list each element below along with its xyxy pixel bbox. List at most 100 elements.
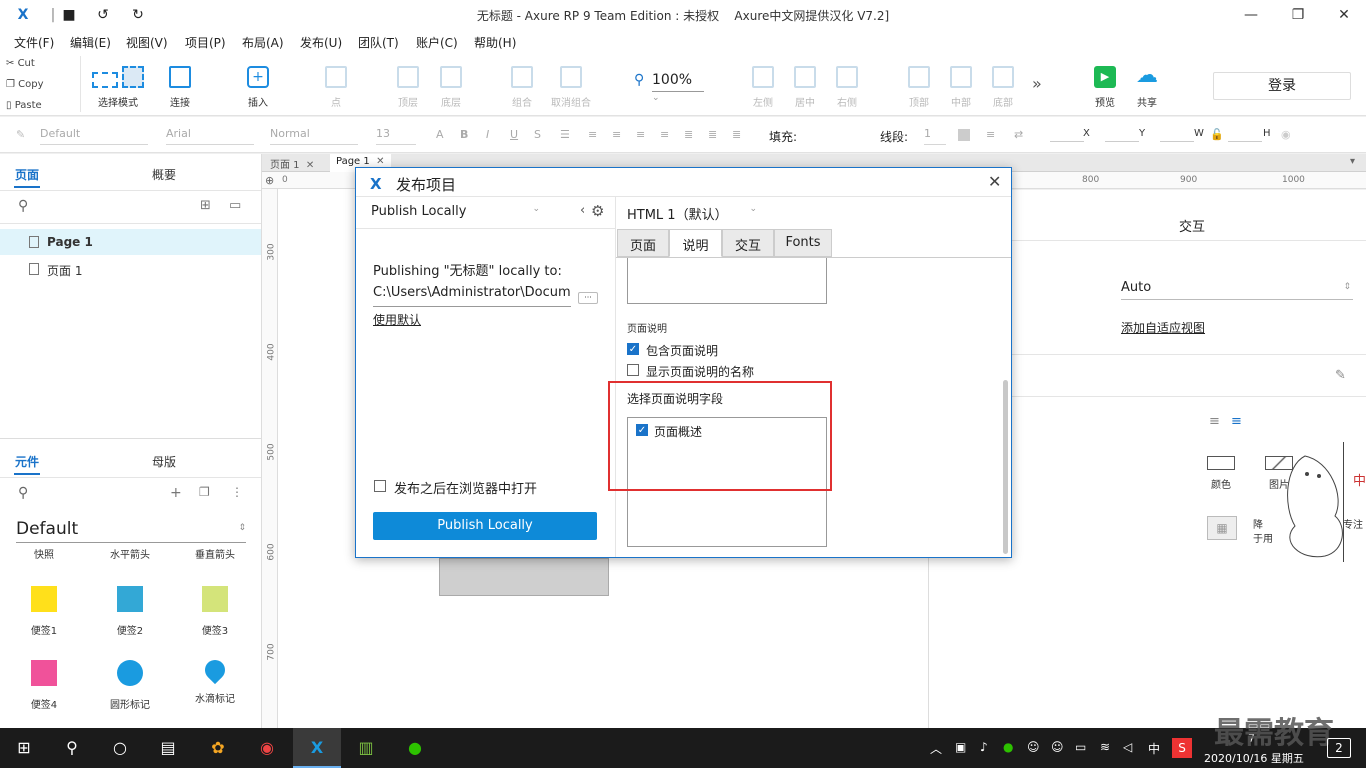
- align-bottom-button[interactable]: 底部: [986, 66, 1020, 109]
- menu-publish[interactable]: 发布(U): [300, 34, 342, 51]
- point-button[interactable]: 点: [318, 66, 354, 109]
- ungroup-button[interactable]: 取消组合: [546, 66, 596, 109]
- widget-sticky-3[interactable]: 便签3: [180, 586, 250, 637]
- line-pattern-icon[interactable]: ≡: [986, 128, 995, 141]
- library-stack-icon[interactable]: ❐: [199, 485, 210, 499]
- tray-app-icon[interactable]: ▣: [955, 740, 966, 754]
- align-left-button[interactable]: 左侧: [746, 66, 780, 109]
- chrome-icon[interactable]: ◉: [255, 736, 279, 760]
- page-item-page-1[interactable]: Page 1: [0, 229, 261, 255]
- dialog-scrollbar[interactable]: [1003, 380, 1008, 554]
- add-library-icon[interactable]: +: [170, 485, 182, 501]
- open-after-publish-checkbox[interactable]: [374, 480, 386, 492]
- y-input[interactable]: [1105, 141, 1139, 142]
- tabs-dropdown-icon[interactable]: ▾: [1350, 156, 1355, 167]
- menu-help[interactable]: 帮助(H): [474, 34, 516, 51]
- widget-search-icon[interactable]: ⚲: [18, 485, 28, 501]
- browse-button[interactable]: ···: [578, 292, 598, 304]
- w-input[interactable]: [1160, 141, 1194, 142]
- tab-pages[interactable]: 页面: [15, 166, 39, 183]
- dialog-tab-notes[interactable]: 说明: [669, 229, 722, 257]
- login-button[interactable]: 登录: [1213, 72, 1351, 100]
- weight-select[interactable]: Normal: [270, 125, 358, 145]
- connect-button[interactable]: 连接: [160, 66, 200, 109]
- italic-icon[interactable]: I: [486, 128, 489, 141]
- widget-sticky-4[interactable]: 便签4: [9, 660, 79, 711]
- tray-bell-icon[interactable]: ♪: [980, 740, 988, 754]
- copy-button[interactable]: ❐ Copy: [6, 79, 44, 90]
- task-view-icon[interactable]: ▤: [156, 736, 180, 760]
- menu-project[interactable]: 项目(P): [185, 34, 226, 51]
- more-options-icon[interactable]: ⋮: [231, 485, 243, 499]
- dialog-close-icon[interactable]: ✕: [988, 172, 1001, 191]
- html-config-select[interactable]: HTML 1（默认） ⌄: [627, 204, 757, 224]
- list-icon[interactable]: ☰: [560, 128, 570, 141]
- paste-button[interactable]: ▯ Paste: [6, 100, 42, 111]
- adaptive-view-select[interactable]: Auto ⇕: [1121, 280, 1353, 300]
- widget-circle-marker[interactable]: 圆形标记: [95, 660, 165, 711]
- photos-app-icon[interactable]: ✿: [206, 736, 230, 760]
- close-button[interactable]: ✕: [1329, 4, 1359, 26]
- insert-button[interactable]: + 插入: [238, 66, 278, 109]
- maximize-button[interactable]: ❐: [1283, 4, 1313, 26]
- menu-view[interactable]: 视图(V): [126, 34, 168, 51]
- top-layer-button[interactable]: 顶层: [390, 66, 426, 109]
- menu-team[interactable]: 团队(T): [358, 34, 399, 51]
- tab-widgets[interactable]: 元件: [15, 453, 39, 470]
- settings-gear-icon[interactable]: ⚙: [591, 202, 604, 220]
- lock-icon[interactable]: 🔓: [1210, 128, 1224, 141]
- search-icon[interactable]: ⚲: [60, 736, 84, 760]
- library-select[interactable]: Default ⇕: [16, 519, 246, 543]
- wechat-icon[interactable]: ●: [403, 736, 427, 760]
- bamboo-app-icon[interactable]: ▥: [354, 736, 378, 760]
- align-center-text-icon[interactable]: ≡: [1231, 414, 1242, 429]
- search-icon[interactable]: ⚲: [18, 198, 28, 214]
- collapse-chevron-icon[interactable]: ‹: [580, 203, 585, 218]
- widget-drop-marker[interactable]: 水滴标记: [180, 655, 250, 705]
- bottom-layer-button[interactable]: 底层: [433, 66, 469, 109]
- align-top-button[interactable]: 顶部: [902, 66, 936, 109]
- strikethrough-icon[interactable]: S: [534, 128, 541, 141]
- tray-qq-icon[interactable]: ☺: [1027, 740, 1040, 754]
- line-width-input[interactable]: 1: [924, 125, 946, 145]
- text-align-center-icon[interactable]: ≡: [612, 128, 621, 141]
- tray-chevron-icon[interactable]: ︿: [930, 740, 942, 757]
- dialog-tab-fonts[interactable]: Fonts: [774, 229, 832, 257]
- cortana-icon[interactable]: ○: [108, 736, 132, 760]
- axure-task-button[interactable]: X: [293, 728, 341, 768]
- align-right-button[interactable]: 右侧: [830, 66, 864, 109]
- font-size-select[interactable]: 13: [376, 125, 416, 145]
- text-align-right-icon[interactable]: ≡: [636, 128, 645, 141]
- tab-masters[interactable]: 母版: [152, 453, 176, 470]
- notification-center-icon[interactable]: 2: [1327, 738, 1351, 758]
- menu-account[interactable]: 账户(C): [416, 34, 458, 51]
- publish-locally-button[interactable]: Publish Locally: [373, 512, 597, 540]
- x-input[interactable]: [1050, 141, 1084, 142]
- align-middle-button[interactable]: 中部: [944, 66, 978, 109]
- bold-icon[interactable]: B: [460, 128, 468, 141]
- tab-outline[interactable]: 概要: [152, 166, 176, 183]
- visibility-icon[interactable]: ◉: [1281, 128, 1291, 141]
- widget-sticky-1[interactable]: 便签1: [9, 586, 79, 637]
- menu-file[interactable]: 文件(F): [14, 34, 54, 51]
- menu-edit[interactable]: 编辑(E): [70, 34, 111, 51]
- tray-battery-icon[interactable]: ▭: [1075, 740, 1086, 754]
- publish-path-input[interactable]: C:\Users\Administrator\Docume: [373, 285, 571, 307]
- valign-top-icon[interactable]: ≣: [684, 128, 693, 141]
- sogou-ime-icon[interactable]: S: [1172, 738, 1192, 758]
- canvas-tab-page-1-cn[interactable]: 页面 1 ✕: [270, 156, 314, 171]
- font-select[interactable]: Arial: [166, 125, 254, 145]
- underline-icon[interactable]: U: [510, 128, 518, 141]
- add-adaptive-view-link[interactable]: 添加自适应视图: [1121, 319, 1205, 336]
- style-color-button[interactable]: 颜色: [1205, 456, 1237, 491]
- menu-layout[interactable]: 布局(A): [242, 34, 284, 51]
- dialog-tab-pages[interactable]: 页面: [617, 229, 669, 257]
- canvas-shape-rectangle[interactable]: [439, 558, 609, 596]
- select-mode-button[interactable]: 选择模式: [88, 66, 148, 109]
- tray-qq2-icon[interactable]: ☺: [1051, 740, 1064, 754]
- h-input[interactable]: [1228, 141, 1262, 142]
- tray-wechat-icon[interactable]: ●: [1003, 740, 1013, 754]
- text-justify-icon[interactable]: ≡: [660, 128, 669, 141]
- more-tools-button[interactable]: »: [1032, 74, 1042, 93]
- line-color-swatch[interactable]: [958, 129, 970, 141]
